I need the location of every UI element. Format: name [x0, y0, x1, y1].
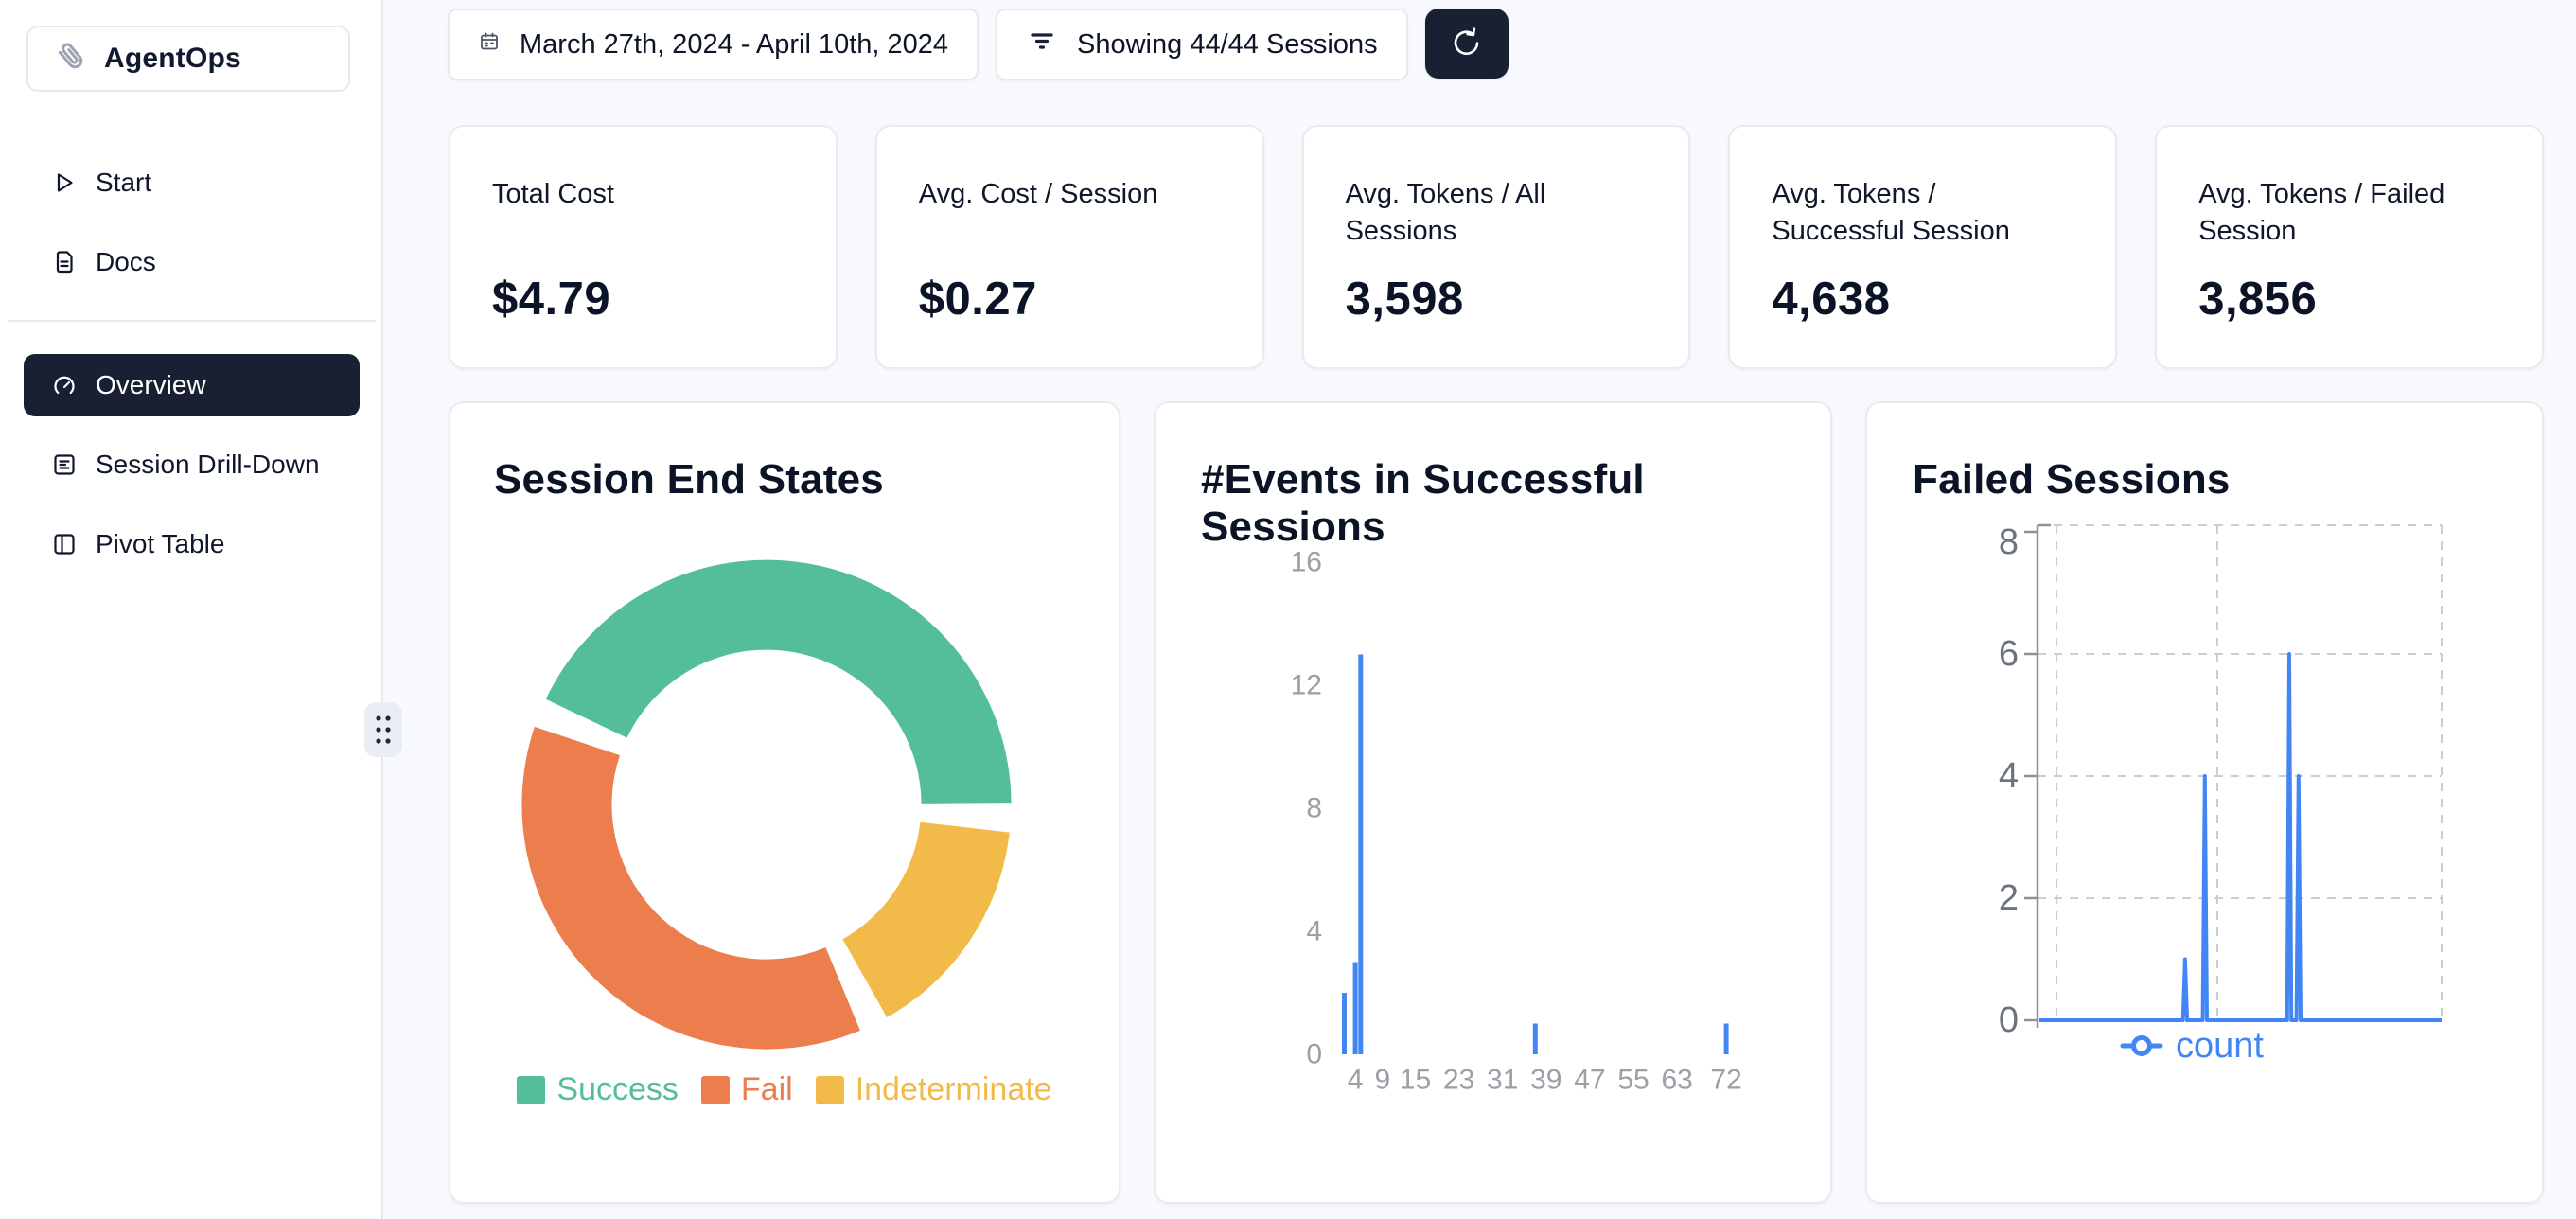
chart-title: Session End States	[494, 456, 884, 504]
x-tick-label: 23	[1443, 1065, 1474, 1096]
y-tick-label: 8	[1999, 522, 2019, 562]
calendar-icon	[478, 29, 501, 61]
y-tick-label: 4	[1306, 916, 1322, 947]
session-filter-button[interactable]: Showing 44/44 Sessions	[996, 9, 1408, 80]
sidebar-item-label: Docs	[96, 247, 156, 277]
play-icon	[52, 170, 77, 195]
x-tick-label: 4	[1348, 1065, 1364, 1096]
x-tick-label: 55	[1617, 1065, 1649, 1096]
legend-label: Indeterminate	[856, 1071, 1052, 1108]
stat-card-avg-tokens-failed: Avg. Tokens / Failed Session 3,856	[2155, 125, 2544, 369]
sidebar-item-label: Pivot Table	[96, 529, 224, 559]
stat-value: 3,856	[2198, 273, 2500, 326]
y-tick-label: 0	[1306, 1039, 1322, 1070]
sidebar-divider	[8, 320, 376, 322]
bar-x72[interactable]	[1724, 1024, 1729, 1055]
legend-label: Fail	[741, 1071, 793, 1108]
stat-card-avg-tokens-all: Avg. Tokens / All Sessions 3,598	[1302, 125, 1691, 369]
filter-lines-icon	[1026, 25, 1058, 64]
x-tick-label: 47	[1574, 1065, 1605, 1096]
file-text-icon	[52, 250, 77, 274]
stat-value: 3,598	[1346, 273, 1648, 326]
layout-sidebar-icon	[52, 532, 77, 556]
x-tick-label: 15	[1400, 1065, 1431, 1096]
sidebar-item-label: Overview	[96, 370, 206, 400]
legend-item-success[interactable]: Success	[517, 1071, 679, 1108]
y-tick-label: 12	[1291, 670, 1322, 701]
legend-swatch-fail	[701, 1076, 730, 1104]
stat-value: $4.79	[492, 273, 794, 326]
donut-legend: Success Fail Indeterminate	[450, 1071, 1119, 1108]
y-tick-label: 16	[1291, 547, 1322, 578]
bar-x5[interactable]	[1358, 655, 1363, 1055]
count-series-line[interactable]	[2039, 654, 2442, 1020]
gauge-icon	[52, 373, 77, 398]
stat-card-avg-cost-session: Avg. Cost / Session $0.27	[875, 125, 1264, 369]
donut-slice-indeterminate[interactable]	[865, 827, 965, 978]
x-tick-label: 72	[1710, 1065, 1741, 1096]
brand-name: AgentOps	[104, 43, 241, 75]
brand-logo[interactable]: AgentOps	[26, 26, 350, 92]
stat-label: Avg. Tokens / Successful Session	[1772, 176, 2073, 250]
legend-swatch-success	[517, 1076, 545, 1104]
sidebar-resize-handle[interactable]	[364, 702, 402, 757]
y-tick-label: 4	[1999, 756, 2019, 796]
legend-marker-icon	[2134, 1038, 2150, 1054]
legend-series-label[interactable]: count	[2176, 1026, 2264, 1066]
legend-label: Success	[556, 1071, 679, 1108]
sidebar-item-overview[interactable]: Overview	[24, 354, 360, 416]
donut-slice-success[interactable]	[587, 605, 966, 803]
sidebar-item-label: Start	[96, 168, 151, 198]
bar-x4[interactable]	[1353, 963, 1358, 1055]
failed-sessions-line-chart: 0 2 4 6 8 count	[1913, 518, 2511, 1104]
legend-item-fail[interactable]: Fail	[701, 1071, 793, 1108]
paperclip-logo-icon	[51, 37, 91, 81]
legend-swatch-indeterminate	[816, 1076, 844, 1104]
x-tick-label: 31	[1487, 1065, 1518, 1096]
stat-value: 4,638	[1772, 273, 2073, 326]
y-tick-label: 6	[1999, 634, 2019, 674]
stat-cards-row: Total Cost $4.79 Avg. Cost / Session $0.…	[449, 125, 2544, 369]
sidebar-item-session-drill-down[interactable]: Session Drill-Down	[24, 433, 360, 496]
main-content: March 27th, 2024 - April 10th, 2024 Show…	[385, 0, 2576, 1219]
sidebar-nav: Start Docs Overview	[0, 151, 383, 592]
list-box-icon	[52, 452, 77, 477]
refresh-button[interactable]	[1425, 9, 1509, 79]
stat-card-total-cost: Total Cost $4.79	[449, 125, 838, 369]
x-tick-label: 39	[1530, 1065, 1561, 1096]
events-bar-chart: 0481216491523313947556372	[1201, 535, 1799, 1122]
y-tick-label: 8	[1306, 793, 1322, 824]
date-range-button[interactable]: March 27th, 2024 - April 10th, 2024	[448, 9, 979, 80]
sidebar-item-start[interactable]: Start	[24, 151, 360, 214]
topbar: March 27th, 2024 - April 10th, 2024 Show…	[448, 9, 1509, 80]
stat-label: Total Cost	[492, 176, 794, 213]
sidebar-item-docs[interactable]: Docs	[24, 231, 360, 293]
sidebar-item-pivot-table[interactable]: Pivot Table	[24, 513, 360, 575]
refresh-icon	[1448, 23, 1486, 65]
sidebar: AgentOps Start Docs	[0, 0, 383, 1219]
chart-title: Failed Sessions	[1913, 456, 2231, 504]
charts-row: Session End States Success Fail Indeterm…	[449, 401, 2544, 1204]
donut-slice-fail[interactable]	[567, 741, 843, 1004]
legend-item-indeterminate[interactable]: Indeterminate	[816, 1071, 1052, 1108]
bar-x37[interactable]	[1533, 1024, 1538, 1055]
stat-value: $0.27	[919, 273, 1221, 326]
bar-x2[interactable]	[1342, 993, 1347, 1054]
stat-label: Avg. Tokens / Failed Session	[2198, 176, 2500, 250]
stat-label: Avg. Cost / Session	[919, 176, 1221, 213]
y-tick-label: 0	[1999, 1000, 2019, 1040]
events-in-successful-sessions-card: #Events in Successful Sessions 048121649…	[1154, 401, 1832, 1204]
x-tick-label: 9	[1375, 1065, 1391, 1096]
date-range-label: March 27th, 2024 - April 10th, 2024	[520, 29, 948, 61]
sidebar-item-label: Session Drill-Down	[96, 450, 320, 480]
stat-label: Avg. Tokens / All Sessions	[1346, 176, 1648, 250]
y-tick-label: 2	[1999, 878, 2019, 918]
session-filter-label: Showing 44/44 Sessions	[1077, 29, 1378, 61]
donut-chart	[520, 558, 1013, 1051]
failed-sessions-card: Failed Sessions 0 2 4 6 8 count	[1865, 401, 2544, 1204]
session-end-states-card: Session End States Success Fail Indeterm…	[449, 401, 1120, 1204]
stat-card-avg-tokens-successful: Avg. Tokens / Successful Session 4,638	[1728, 125, 2117, 369]
x-tick-label: 63	[1661, 1065, 1692, 1096]
grip-dots-icon	[373, 712, 394, 748]
